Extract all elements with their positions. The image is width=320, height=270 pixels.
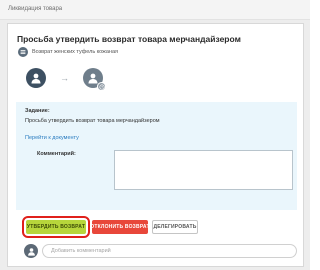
current-user-avatar: [24, 244, 38, 258]
clock-icon: [97, 82, 106, 91]
task-text: Просьба утвердить возврат товара мерчанд…: [25, 118, 160, 124]
approve-highlight: утвердить возврат: [22, 216, 90, 238]
user-icon: [31, 73, 41, 84]
action-buttons: утвердить возврат отклонить возврат деле…: [22, 216, 198, 238]
approval-flow: →: [26, 68, 106, 91]
task-details-panel: Задание: Просьба утвердить возврат товар…: [16, 102, 297, 210]
add-comment-input[interactable]: [42, 244, 297, 258]
initiator-avatar[interactable]: [26, 68, 46, 88]
window-title-bar: Ликвидация товара: [0, 0, 310, 20]
approver-avatar[interactable]: [83, 68, 106, 91]
task-card: Просьба утвердить возврат товара мерчанд…: [7, 23, 304, 267]
window-title: Ликвидация товара: [8, 6, 63, 12]
approve-button[interactable]: утвердить возврат: [26, 220, 86, 234]
add-comment-row: [24, 244, 297, 258]
page-background: Просьба утвердить возврат товара мерчанд…: [0, 20, 310, 270]
task-title: Просьба утвердить возврат товара мерчанд…: [17, 34, 241, 44]
open-document-link[interactable]: Перейти к документу: [25, 135, 79, 141]
comment-label: Комментарий:: [37, 151, 76, 157]
process-row: Возврат женских туфель кожаная: [18, 46, 118, 58]
user-icon: [88, 73, 98, 84]
comment-textarea[interactable]: [114, 150, 293, 190]
delegate-button[interactable]: делегировать: [152, 220, 198, 234]
process-label: Возврат женских туфель кожаная: [32, 49, 118, 55]
user-icon: [27, 247, 35, 256]
arrow-right-icon: →: [60, 73, 69, 83]
task-label: Задание:: [25, 108, 50, 114]
process-icon: [18, 47, 28, 57]
reject-button[interactable]: отклонить возврат: [90, 220, 150, 234]
